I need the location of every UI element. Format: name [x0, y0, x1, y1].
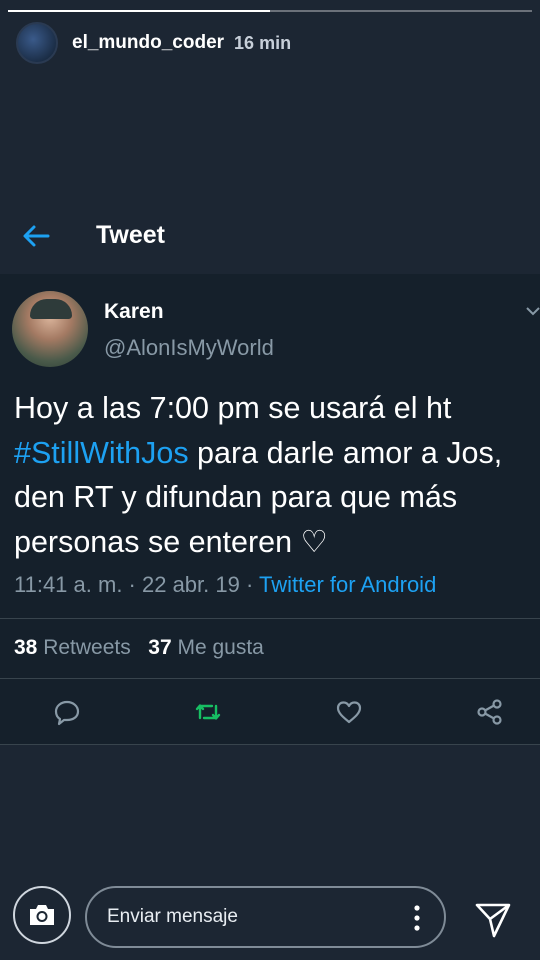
divider: [0, 618, 540, 619]
reply-icon[interactable]: [53, 698, 81, 726]
camera-icon: [30, 905, 54, 925]
author-handle[interactable]: @AlonIsMyWorld: [104, 335, 274, 361]
avatar-cap-shape: [30, 299, 72, 319]
chevron-down-icon[interactable]: [526, 306, 540, 316]
tweet-stats: 38 Retweets 37 Me gusta: [14, 636, 264, 660]
tweet-source-link[interactable]: Twitter for Android: [259, 572, 436, 597]
retweet-icon[interactable]: [194, 698, 222, 726]
likes-count: 37: [148, 636, 172, 659]
tweet-meta: 11:41 a. m. · 22 abr. 19 · Twitter for A…: [14, 572, 436, 598]
story-reply-bar: Enviar mensaje: [0, 880, 540, 960]
tweet-actions: [0, 678, 540, 744]
send-icon[interactable]: [475, 902, 511, 938]
tweet-timestamp: 11:41 a. m. · 22 abr. 19 ·: [14, 572, 259, 597]
message-placeholder: Enviar mensaje: [107, 906, 238, 927]
likes-label: Me gusta: [177, 636, 264, 659]
story-progress-fill: [8, 10, 270, 12]
retweets-count: 38: [14, 636, 38, 659]
like-icon[interactable]: [335, 698, 363, 726]
retweets-label: Retweets: [43, 636, 131, 659]
camera-button[interactable]: [13, 886, 71, 944]
avatar[interactable]: [12, 291, 88, 367]
tweet-nav-bar: Tweet: [0, 200, 540, 274]
story-header: el_mundo_coder 16 min: [16, 22, 291, 64]
divider: [0, 744, 540, 745]
likes-stat[interactable]: 37 Me gusta: [148, 636, 264, 659]
page-title: Tweet: [96, 221, 165, 249]
more-options-icon[interactable]: [414, 905, 420, 931]
story-avatar[interactable]: [16, 22, 58, 64]
message-input[interactable]: Enviar mensaje: [85, 886, 446, 948]
tweet-text-part-1: Hoy a las 7:00 pm se usará el ht: [14, 391, 452, 425]
story-time: 16 min: [234, 32, 292, 53]
story-progress-bar: [8, 10, 532, 12]
hashtag-link[interactable]: #StillWithJos: [14, 436, 189, 470]
tweet-card: Karen @AlonIsMyWorld Hoy a las 7:00 pm s…: [0, 274, 540, 744]
retweets-stat[interactable]: 38 Retweets: [14, 636, 131, 659]
tweet-text: Hoy a las 7:00 pm se usará el ht #StillW…: [14, 386, 529, 564]
back-arrow-icon[interactable]: [22, 220, 50, 252]
story-username[interactable]: el_mundo_coder: [72, 32, 224, 54]
share-icon[interactable]: [476, 698, 504, 726]
author-name[interactable]: Karen: [104, 300, 164, 324]
